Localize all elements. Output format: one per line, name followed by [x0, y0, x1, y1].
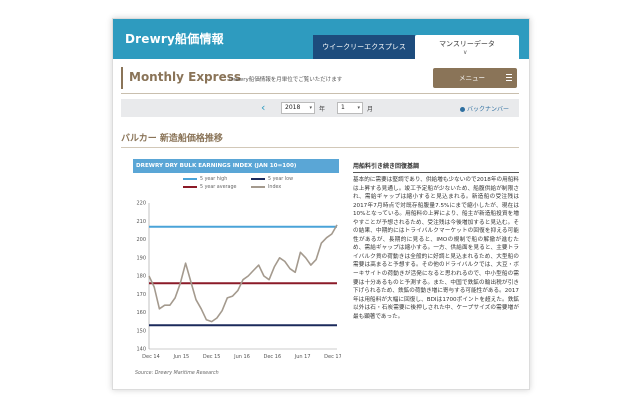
- section-divider: [121, 147, 519, 148]
- x-tick-label: Jun 16: [233, 354, 250, 360]
- x-tick-label: Dec 14: [142, 354, 160, 360]
- page-subtitle: Drewry船価情報を月単位でご覧いただけます: [229, 77, 343, 83]
- article-body: 基本的に需要は堅調であり、供給増も少ないので2018年の用船料は上昇する見通し。…: [353, 177, 519, 320]
- menu-button[interactable]: メニュー: [433, 68, 517, 88]
- caret-down-icon: ▾: [357, 105, 360, 111]
- x-tick-label: Dec 16: [264, 354, 282, 360]
- tab-monthly-data[interactable]: マンスリーデータ ∨: [415, 35, 519, 63]
- legend-item-low: 5 year low: [251, 177, 293, 183]
- legend-item-high: 5 year high: [183, 177, 227, 183]
- y-tick-label: 190: [136, 255, 146, 261]
- series-line-index: [148, 224, 338, 323]
- chevron-left-icon[interactable]: ‹: [261, 101, 265, 115]
- y-tick-label: 170: [136, 292, 146, 298]
- year-unit-label: 年: [319, 106, 326, 113]
- chart-legend: 5 year high 5 year low 5 year average In…: [183, 177, 333, 197]
- month-select[interactable]: 1 ▾: [337, 102, 363, 114]
- caret-down-icon: ▾: [309, 105, 312, 111]
- article-title-underline: [353, 172, 519, 173]
- menu-button-label: メニュー: [459, 74, 485, 82]
- legend-swatch-high: [183, 177, 197, 180]
- year-select[interactable]: 2018 ▾: [281, 102, 315, 114]
- page-header: Monthly Express Drewry船価情報を月単位でご覧いただけます …: [113, 67, 529, 89]
- date-navigation-bar: ‹ 2018 ▾ 年 1 ▾ 月 バックナンバー: [121, 99, 519, 117]
- article: 用船料引き続き回復基調 基本的に需要は堅調であり、供給増も少ないので2018年の…: [353, 161, 519, 321]
- y-tick-label: 160: [136, 310, 146, 316]
- x-tick-label: Dec 15: [203, 354, 221, 360]
- year-select-value: 2018: [285, 104, 301, 111]
- x-tick-label: Dec 17: [324, 354, 341, 360]
- brand-title[interactable]: Drewry船価情報: [125, 30, 224, 47]
- x-tick-label: Jun 15: [172, 354, 189, 360]
- legend-label-low: 5 year low: [268, 177, 293, 182]
- month-unit-label: 月: [367, 106, 374, 113]
- chart-source: Source: Drewry Maritime Research: [135, 371, 219, 376]
- y-tick-label: 180: [136, 274, 146, 280]
- line-chart: 140 150 160 170 180 190 200 210 220 Dec 14 Jun 15 D…: [136, 201, 341, 360]
- legend-swatch-low: [251, 177, 265, 180]
- section-title: バルカー 新造船価格推移: [121, 134, 223, 144]
- y-tick-label: 220: [136, 201, 146, 207]
- article-title: 用船料引き続き回復基調: [353, 163, 420, 170]
- legend-swatch-index: [251, 185, 265, 188]
- chevron-down-icon: ∨: [463, 49, 468, 56]
- page-title: Monthly Express: [129, 70, 241, 84]
- legend-item-average: 5 year average: [183, 185, 236, 191]
- legend-item-index: Index: [251, 185, 281, 191]
- back-numbers-label: バックナンバー: [466, 106, 509, 113]
- app-frame: Drewry船価情報 ウイークリーエクスプレス マンスリーデータ ∨ Month…: [112, 18, 530, 390]
- y-tick-label: 210: [136, 219, 146, 225]
- legend-label-high: 5 year high: [200, 177, 228, 182]
- month-select-value: 1: [341, 104, 345, 111]
- bullet-icon: [459, 107, 465, 112]
- top-bar: Drewry船価情報 ウイークリーエクスプレス マンスリーデータ ∨: [113, 19, 529, 63]
- y-tick-label: 150: [136, 328, 146, 334]
- chart-title: DREWRY DRY BULK EARNINGS INDEX (JAN 10=1…: [133, 159, 339, 173]
- header-accent-bar: [121, 67, 123, 89]
- chart-container: DREWRY DRY BULK EARNINGS INDEX (JAN 10=1…: [133, 159, 341, 385]
- tab-weekly-express[interactable]: ウイークリーエクスプレス: [313, 35, 415, 59]
- back-numbers-link[interactable]: バックナンバー: [459, 104, 509, 113]
- y-tick-label: 200: [136, 237, 146, 243]
- legend-label-average: 5 year average: [200, 185, 237, 190]
- x-tick-label: Jun 17: [294, 354, 311, 360]
- y-tick-label: 140: [136, 347, 146, 353]
- header-divider: [121, 93, 519, 94]
- hamburger-icon: [506, 74, 512, 82]
- legend-swatch-average: [183, 185, 197, 188]
- legend-label-index: Index: [268, 185, 282, 190]
